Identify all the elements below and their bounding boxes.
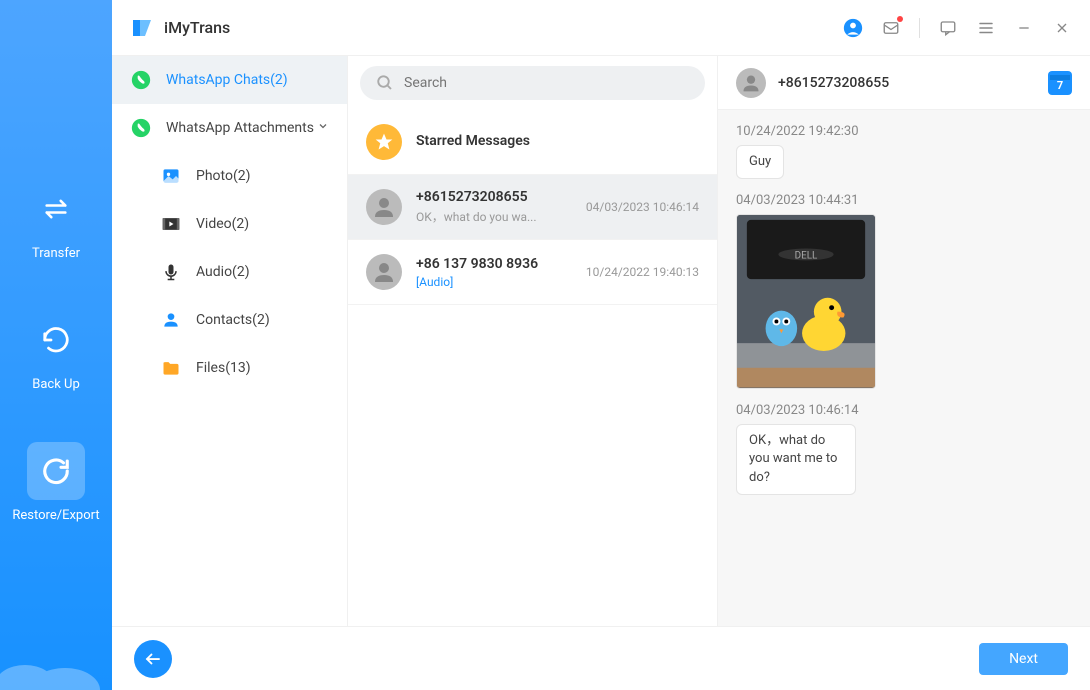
- chevron-down-icon: [317, 120, 329, 136]
- tree-label-audio: Audio(2): [196, 264, 250, 280]
- whatsapp-icon: [130, 117, 152, 139]
- tree-label-photo: Photo(2): [196, 168, 251, 184]
- tree-label-files: Files(13): [196, 360, 251, 376]
- chat-preview: [Audio]: [416, 275, 578, 289]
- tree-item-photo[interactable]: Photo(2): [112, 152, 347, 200]
- chat-name: +86 137 9830 8936: [416, 256, 578, 272]
- tree-label-contacts: Contacts(2): [196, 312, 270, 328]
- svg-text:7: 7: [1057, 79, 1063, 92]
- tree-item-contacts[interactable]: Contacts(2): [112, 296, 347, 344]
- main-area: iMyTrans: [112, 0, 1090, 690]
- chat-entry[interactable]: +86 137 9830 8936 [Audio] 10/24/2022 19:…: [348, 240, 717, 305]
- msg-bubble: OK，what do you want me to do?: [736, 424, 856, 495]
- app-logo-icon: [130, 16, 154, 40]
- sidebar-label-transfer: Transfer: [32, 246, 80, 261]
- next-button[interactable]: Next: [979, 643, 1068, 675]
- msg-image[interactable]: DELL: [736, 214, 876, 389]
- app-title: iMyTrans: [164, 18, 843, 37]
- whatsapp-icon: [130, 69, 152, 91]
- transfer-icon: [42, 195, 70, 223]
- account-icon[interactable]: [843, 18, 863, 38]
- chat-preview: OK，what do you wa...: [416, 208, 578, 225]
- tree-item-attachments[interactable]: WhatsApp Attachments: [112, 104, 347, 152]
- tree-item-video[interactable]: Video(2): [112, 200, 347, 248]
- svg-text:DELL: DELL: [795, 251, 818, 262]
- close-icon[interactable]: [1052, 18, 1072, 38]
- tree-panel: WhatsApp Chats(2) WhatsApp Attachments P…: [112, 56, 348, 626]
- star-icon: [366, 124, 402, 160]
- audio-icon: [160, 261, 182, 283]
- backup-icon: [41, 325, 71, 355]
- back-button[interactable]: [134, 640, 172, 678]
- detail-panel: +8615273208655 7 10/24/2022 19:42:30 Guy…: [718, 56, 1090, 626]
- divider: [919, 18, 920, 38]
- cloud-decoration: [0, 630, 112, 690]
- chat-list-panel: Starred Messages +8615273208655 OK，what …: [348, 56, 718, 626]
- footer: Next: [112, 626, 1090, 690]
- tree-item-chats[interactable]: WhatsApp Chats(2): [112, 56, 347, 104]
- feedback-icon[interactable]: [938, 18, 958, 38]
- message-list[interactable]: 10/24/2022 19:42:30 Guy 04/03/2023 10:44…: [718, 110, 1090, 626]
- restore-icon: [41, 456, 71, 486]
- chat-time: 10/24/2022 19:40:13: [586, 265, 699, 279]
- tree-label-video: Video(2): [196, 216, 249, 232]
- minimize-icon[interactable]: [1014, 18, 1034, 38]
- sidebar-item-backup[interactable]: Back Up: [27, 311, 85, 392]
- chat-entry-starred[interactable]: Starred Messages: [348, 110, 717, 175]
- video-icon: [160, 213, 182, 235]
- msg-timestamp: 04/03/2023 10:44:31: [736, 193, 1072, 208]
- sidebar-label-backup: Back Up: [32, 377, 80, 392]
- photo-icon: [160, 165, 182, 187]
- arrow-left-icon: [144, 650, 162, 668]
- calendar-button[interactable]: 7: [1048, 71, 1072, 95]
- tree-label-attachments: WhatsApp Attachments: [166, 120, 314, 136]
- inbox-icon[interactable]: [881, 18, 901, 38]
- contacts-icon: [160, 309, 182, 331]
- detail-header: +8615273208655 7: [718, 56, 1090, 110]
- contact-avatar-icon: [736, 68, 766, 98]
- sidebar-item-transfer[interactable]: Transfer: [27, 180, 85, 261]
- msg-bubble: Guy: [736, 145, 784, 179]
- tree-item-files[interactable]: Files(13): [112, 344, 347, 392]
- search-box[interactable]: [360, 66, 705, 100]
- chat-name: +8615273208655: [416, 189, 578, 205]
- app-sidebar: Transfer Back Up Restore/Export: [0, 0, 112, 690]
- titlebar: iMyTrans: [112, 0, 1090, 56]
- chat-time: 04/03/2023 10:46:14: [586, 200, 699, 214]
- tree-item-audio[interactable]: Audio(2): [112, 248, 347, 296]
- chat-entry[interactable]: +8615273208655 OK，what do you wa... 04/0…: [348, 175, 717, 240]
- folder-icon: [160, 357, 182, 379]
- sidebar-label-restore: Restore/Export: [12, 508, 99, 523]
- tree-label-chats: WhatsApp Chats(2): [166, 72, 288, 88]
- content: WhatsApp Chats(2) WhatsApp Attachments P…: [112, 56, 1090, 626]
- avatar-icon: [366, 254, 402, 290]
- notification-badge: [897, 16, 903, 22]
- msg-timestamp: 04/03/2023 10:46:14: [736, 403, 1072, 418]
- sidebar-item-restore[interactable]: Restore/Export: [12, 442, 99, 523]
- starred-label: Starred Messages: [416, 133, 699, 149]
- search-input[interactable]: [404, 75, 689, 91]
- msg-timestamp: 10/24/2022 19:42:30: [736, 124, 1072, 139]
- image-thumbnail: DELL: [737, 215, 875, 388]
- menu-icon[interactable]: [976, 18, 996, 38]
- avatar-icon: [366, 189, 402, 225]
- search-icon: [376, 74, 394, 92]
- contact-name: +8615273208655: [778, 75, 1048, 91]
